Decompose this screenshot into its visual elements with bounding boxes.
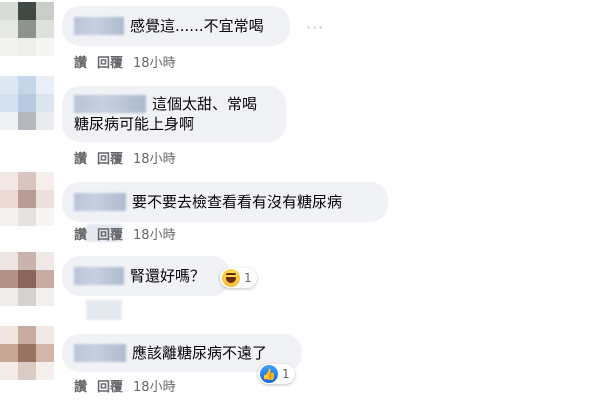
avatar[interactable]	[0, 76, 54, 130]
comment-actions: 讚 回覆 18小時	[74, 148, 176, 167]
redacted-name	[74, 95, 146, 113]
redacted-name	[74, 193, 126, 211]
comment-bubble: 這個太甜、常喝 糖尿病可能上身啊	[62, 86, 286, 142]
reaction-badge[interactable]: 👍 1	[258, 364, 295, 384]
like-icon: 👍	[260, 365, 278, 383]
reply-button[interactable]: 回覆	[97, 52, 123, 71]
like-button[interactable]: 讚	[74, 148, 87, 167]
comment-actions: 讚 回覆 18小時	[74, 52, 176, 71]
haha-icon	[222, 269, 240, 287]
reply-button[interactable]: 回覆	[97, 224, 123, 243]
like-button[interactable]: 讚	[74, 224, 87, 243]
comment-bubble: 要不要去檢查看看有沒有糖尿病	[62, 182, 388, 222]
reply-button[interactable]: 回覆	[97, 148, 123, 167]
comment-actions: 讚 回覆 18小時	[74, 376, 176, 395]
avatar[interactable]	[0, 172, 54, 226]
timestamp[interactable]: 18小時	[133, 148, 176, 167]
avatar[interactable]	[0, 326, 54, 380]
comment-text: 感覺這......不宜常喝	[130, 17, 264, 35]
comment-bubble: 腎還好嗎？	[62, 256, 230, 296]
timestamp[interactable]: 18小時	[133, 224, 176, 243]
comment-actions: 讚 回覆 18小時	[74, 224, 176, 243]
reaction-badge[interactable]: 1	[220, 268, 257, 288]
reply-button[interactable]: 回覆	[97, 376, 123, 395]
redacted-name	[74, 267, 124, 285]
avatar[interactable]	[0, 2, 54, 56]
redacted-name-overflow	[86, 300, 122, 320]
comment-text-line2: 糖尿病可能上身啊	[74, 115, 195, 133]
like-button[interactable]: 讚	[74, 52, 87, 71]
comment-text: 要不要去檢查看看有沒有糖尿病	[132, 193, 343, 211]
reaction-count: 1	[244, 271, 252, 285]
redacted-name	[74, 344, 126, 362]
more-options-icon[interactable]: ···	[306, 18, 324, 37]
comment-text: 應該離糖尿病不遠了	[132, 344, 268, 362]
avatar[interactable]	[0, 252, 54, 306]
redacted-name	[74, 17, 124, 35]
comment-bubble: 感覺這......不宜常喝	[62, 6, 290, 46]
timestamp[interactable]: 18小時	[133, 376, 176, 395]
like-button[interactable]: 讚	[74, 376, 87, 395]
comment-text: 腎還好嗎？	[130, 267, 206, 285]
reaction-count: 1	[282, 367, 290, 381]
comment-text-line1: 這個太甜、常喝	[152, 95, 258, 113]
timestamp[interactable]: 18小時	[133, 52, 176, 71]
